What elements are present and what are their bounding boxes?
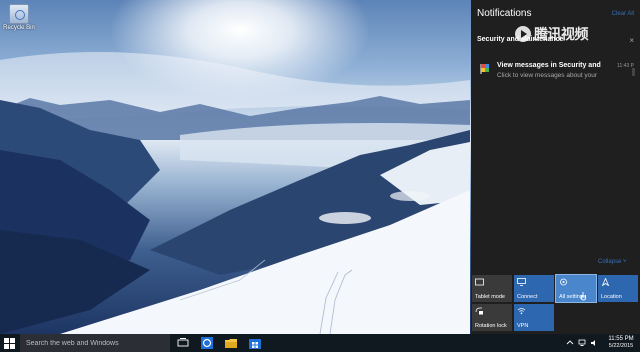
show-hidden-icons-icon[interactable] — [566, 339, 574, 347]
location-tile[interactable]: Location — [598, 275, 638, 302]
network-icon[interactable] — [578, 339, 586, 347]
tile-label: Connect — [517, 294, 538, 300]
mouse-cursor-icon — [581, 292, 586, 301]
start-button[interactable] — [4, 338, 15, 349]
file-explorer-icon[interactable] — [224, 336, 238, 350]
all-settings-tile[interactable]: All settings — [555, 274, 597, 303]
rotation-lock-tile[interactable]: Rotation lock — [472, 304, 512, 331]
notification-body: Click to view messages about your — [497, 72, 598, 79]
play-logo-icon — [515, 26, 531, 42]
collapse-link[interactable]: Collapse ˅ — [598, 259, 627, 265]
volume-icon[interactable] — [590, 339, 598, 347]
connect-tile[interactable]: Connect — [514, 275, 554, 302]
action-center-title: Notifications — [477, 8, 532, 19]
watermark-text: 腾讯视频 — [534, 26, 589, 42]
connect-icon — [517, 278, 526, 286]
clock-time: 11:55 PM — [608, 336, 634, 342]
clear-all-link[interactable]: Clear All — [612, 11, 634, 17]
video-watermark: 腾讯视频 — [515, 24, 589, 44]
tile-label: Rotation lock — [475, 323, 507, 329]
recycle-bin-icon — [9, 4, 29, 24]
notification-item[interactable]: View messages in Security and 11:43 P Cl… — [476, 58, 636, 84]
gear-icon — [560, 278, 567, 286]
recycle-bin-label: Recycle Bin — [3, 25, 35, 31]
location-icon — [601, 278, 610, 286]
taskbar-clock[interactable]: 11:55 PM 5/22/2015 — [604, 335, 638, 350]
notification-title: View messages in Security and — [497, 62, 601, 69]
store-icon[interactable] — [248, 336, 262, 350]
tile-label: Tablet mode — [475, 294, 505, 300]
security-flag-icon — [480, 64, 489, 74]
tablet-mode-tile[interactable]: Tablet mode — [472, 275, 512, 302]
edge-icon[interactable] — [200, 336, 214, 350]
task-view-icon[interactable] — [176, 336, 190, 350]
scrollbar[interactable] — [632, 68, 635, 76]
tile-label: Location — [601, 294, 622, 300]
search-input[interactable] — [26, 337, 166, 349]
vpn-icon — [517, 308, 526, 315]
tablet-mode-icon — [475, 278, 484, 286]
tile-label: VPN — [517, 323, 529, 329]
taskbar: 11:55 PM 5/22/2015 — [0, 334, 640, 352]
clock-date: 5/22/2015 — [608, 343, 634, 349]
recycle-bin-shortcut[interactable]: Recycle Bin — [2, 4, 36, 31]
dismiss-group-button[interactable]: × — [629, 36, 634, 45]
search-box[interactable] — [20, 334, 170, 352]
vpn-tile[interactable]: VPN — [514, 304, 554, 331]
rotation-lock-icon — [475, 307, 483, 315]
